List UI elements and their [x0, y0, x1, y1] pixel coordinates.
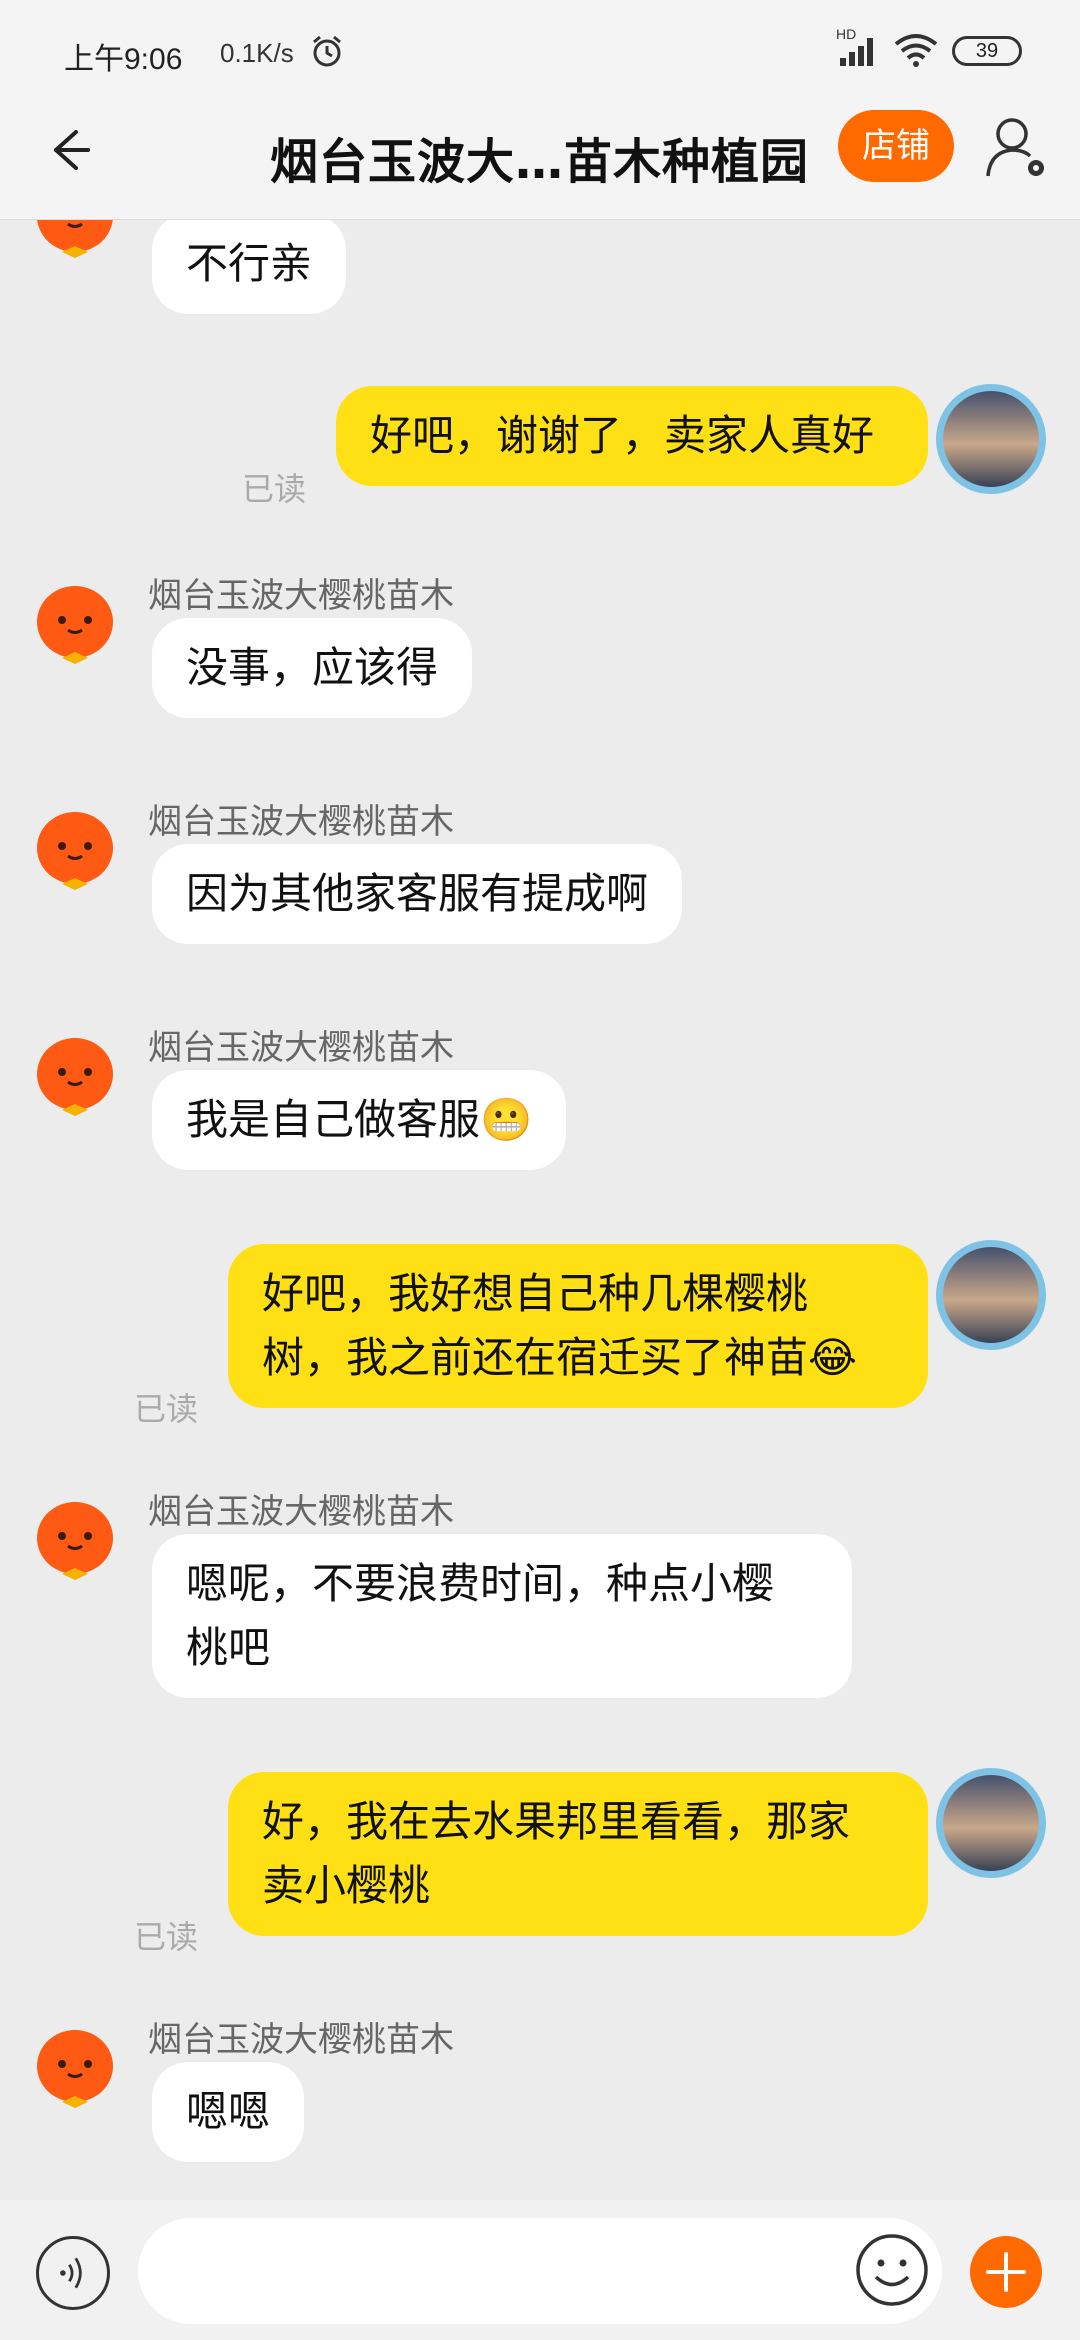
seller-avatar[interactable] — [20, 1482, 130, 1592]
seller-avatar[interactable] — [20, 1018, 130, 1128]
orange-mascot-icon — [20, 792, 130, 902]
seller-avatar[interactable] — [20, 2010, 130, 2120]
orange-mascot-icon — [20, 220, 130, 270]
message-bubble-incoming[interactable]: 嗯呢，不要浪费时间，种点小樱 桃吧 — [152, 1534, 852, 1698]
message-bubble-outgoing[interactable]: 好，我在去水果邦里看看，那家 卖小樱桃 — [228, 1772, 928, 1936]
message-bubble-incoming[interactable]: 我是自己做客服😬 — [152, 1070, 567, 1170]
chat-screen: 上午9:06 0.1K/s HD 39 烟台玉波大…苗木种植园 店铺 不行亲 已… — [0, 0, 1080, 2340]
status-bar: 上午9:06 0.1K/s HD 39 — [0, 0, 1080, 92]
message-bubble-incoming[interactable]: 因为其他家客服有提成啊 — [152, 844, 683, 944]
message-bubble-outgoing[interactable]: 好吧，谢谢了，卖家人真好 — [336, 386, 928, 486]
orange-mascot-icon — [20, 566, 130, 676]
read-receipt: 已读 — [242, 470, 307, 508]
sunset-lake-avatar-icon — [936, 1240, 1046, 1350]
orange-mascot-icon — [20, 2010, 130, 2120]
voice-icon — [60, 2257, 82, 2289]
message-line: 树，我之前还在宿迁买了神苗😂 — [262, 1333, 858, 1382]
seller-avatar[interactable] — [20, 220, 130, 270]
message-bubble-incoming[interactable]: 不行亲 — [152, 220, 347, 314]
message-line: 嗯呢，不要浪费时间，种点小樱 — [186, 1559, 775, 1608]
read-receipt: 已读 — [134, 1390, 199, 1428]
message-line: 好吧，我好想自己种几棵樱桃 — [262, 1269, 809, 1318]
seller-avatar[interactable] — [20, 792, 130, 902]
my-avatar[interactable] — [936, 384, 1046, 494]
orange-mascot-icon — [20, 1482, 130, 1592]
message-line: 好，我在去水果邦里看看，那家 — [262, 1797, 851, 1846]
message-bubble-incoming[interactable]: 嗯嗯 — [152, 2062, 305, 2162]
my-avatar[interactable] — [936, 1240, 1046, 1350]
sender-name: 烟台玉波大樱桃苗木 — [148, 1492, 454, 1532]
back-arrow-icon[interactable] — [36, 120, 96, 180]
time-prefix: 上午 — [64, 42, 124, 77]
seller-avatar[interactable] — [20, 566, 130, 676]
user-gear-icon[interactable] — [984, 112, 1050, 182]
message-line: 桃吧 — [186, 1623, 271, 1672]
sunset-lake-avatar-icon — [936, 1768, 1046, 1878]
sender-name: 烟台玉波大樱桃苗木 — [148, 576, 454, 616]
wifi-icon — [894, 34, 938, 67]
sender-name: 烟台玉波大樱桃苗木 — [148, 1028, 454, 1068]
plus-button[interactable] — [970, 2236, 1042, 2308]
my-avatar[interactable] — [936, 1768, 1046, 1878]
status-time: 上午9:06 — [64, 34, 182, 78]
message-line: 卖小樱桃 — [262, 1861, 431, 1910]
input-bar — [0, 2200, 1080, 2340]
battery-indicator: 39 — [952, 36, 1022, 66]
sender-name: 烟台玉波大樱桃苗木 — [148, 2020, 454, 2060]
time-value: 9:06 — [124, 43, 183, 76]
net-speed: 0.1K/s — [220, 38, 294, 68]
orange-mascot-icon — [20, 1018, 130, 1128]
message-list[interactable]: 不行亲 已读 好吧，谢谢了，卖家人真好 烟台玉波大樱桃苗木 没事，应该得 烟台玉… — [0, 220, 1080, 2200]
chat-title: 烟台玉波大…苗木种植园 — [270, 134, 810, 190]
message-input[interactable] — [138, 2218, 942, 2324]
alarm-clock-icon — [313, 35, 341, 67]
read-receipt: 已读 — [134, 1918, 199, 1956]
message-bubble-incoming[interactable]: 没事，应该得 — [152, 618, 473, 718]
message-bubble-outgoing[interactable]: 好吧，我好想自己种几棵樱桃 树，我之前还在宿迁买了神苗😂 — [228, 1244, 928, 1408]
voice-button[interactable] — [36, 2236, 110, 2310]
shop-button[interactable]: 店铺 — [838, 110, 954, 182]
chat-header: 烟台玉波大…苗木种植园 店铺 — [0, 92, 1080, 220]
signal-icon — [840, 38, 873, 66]
sunset-lake-avatar-icon — [936, 384, 1046, 494]
smiley-icon[interactable] — [854, 2232, 930, 2308]
sender-name: 烟台玉波大樱桃苗木 — [148, 802, 454, 842]
plus-icon — [986, 2252, 1026, 2292]
